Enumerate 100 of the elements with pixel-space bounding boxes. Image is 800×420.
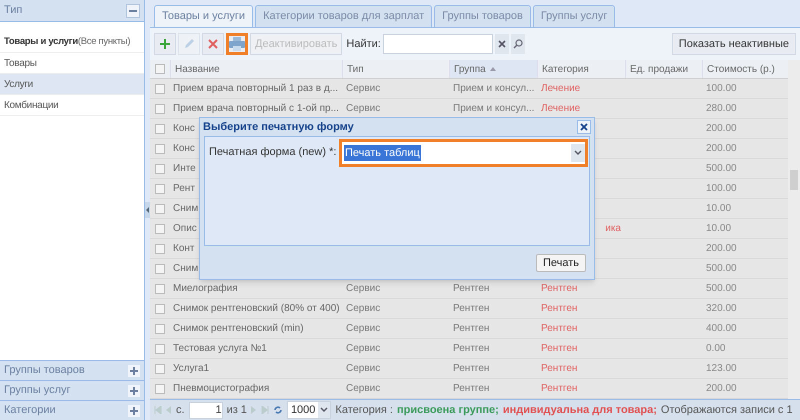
table-cell-text: 400.00 [706, 322, 737, 336]
table-cell-text: Услуга1 [173, 362, 210, 376]
table-cell-text: Пневмоцистография [173, 382, 270, 396]
page-count: из 1 [226, 402, 247, 418]
refresh-icon[interactable] [272, 405, 283, 415]
table-cell-text: Сервис [346, 82, 380, 96]
table-cell-text: Рентген [453, 362, 490, 376]
legend-item: индивидуальна для товара; [502, 402, 657, 418]
tab[interactable]: Группы услуг [532, 5, 616, 27]
accordion-header[interactable]: Группы услуг [0, 380, 144, 400]
row-checkbox[interactable] [155, 244, 165, 254]
page-size-select[interactable]: 1000 [286, 401, 332, 419]
print-button[interactable]: Печать [536, 254, 586, 272]
previous-page-icon[interactable] [166, 406, 172, 414]
row-checkbox[interactable] [155, 184, 165, 194]
clear-button[interactable] [494, 34, 509, 54]
table-cell-text: Рентген [541, 362, 578, 376]
row-checkbox[interactable] [155, 304, 165, 314]
row-checkbox[interactable] [155, 284, 165, 294]
table-cell-text: 123.00 [706, 362, 737, 376]
row-checkbox[interactable] [155, 84, 165, 94]
last-page-icon[interactable] [260, 406, 269, 414]
page-field[interactable]: 1 [188, 402, 223, 418]
status-text: Отображаются записи с 1 [660, 402, 793, 418]
plus-icon [128, 384, 140, 396]
table-cell-text: Лечение [541, 82, 580, 96]
table-cell-text: Инте [173, 162, 196, 176]
table-cell-text: 320.00 [706, 302, 737, 316]
page-label: с. [176, 402, 185, 418]
legend-label: Категория : [335, 402, 393, 418]
table-cell-text: Снимок рентгеновский (min) [173, 322, 304, 336]
sidebar-title: Тип [4, 3, 22, 18]
table-cell-text: Сервис [346, 342, 380, 356]
select-all-checkbox[interactable] [155, 64, 165, 74]
row-checkbox[interactable] [155, 364, 165, 374]
collapse-button[interactable] [126, 4, 140, 18]
table-cell-text: Конс [173, 122, 195, 136]
close-button[interactable] [577, 120, 591, 134]
table-cell-text: Рентген [541, 342, 578, 356]
table-cell-text: Рентген [453, 382, 490, 396]
delete-button[interactable] [202, 33, 224, 55]
pencil-icon [183, 38, 195, 50]
table-cell-text: 10.00 [706, 222, 732, 236]
search-icon [512, 39, 523, 49]
row-checkbox[interactable] [155, 344, 165, 354]
search-button[interactable] [510, 34, 525, 54]
table-cell-text: 200.00 [706, 382, 737, 396]
table-cell-text: Миелография [173, 282, 238, 296]
table-cell-text: Сервис [346, 282, 380, 296]
printer-icon [229, 37, 245, 51]
row-checkbox[interactable] [155, 124, 165, 134]
field-label: Печатная форма (new) *: [209, 145, 338, 160]
row-checkbox[interactable] [155, 224, 165, 234]
plus-icon [128, 364, 140, 376]
table-cell-text: 200.00 [706, 142, 737, 156]
row-checkbox[interactable] [155, 324, 165, 334]
table-cell-text: 280.00 [706, 102, 737, 116]
row-checkbox[interactable] [155, 204, 165, 214]
close-icon [580, 123, 588, 131]
tab[interactable]: Товары и услуги [154, 5, 254, 27]
table-cell-text: Сервис [346, 102, 380, 116]
search-field[interactable] [382, 34, 493, 54]
row-checkbox[interactable] [155, 144, 165, 154]
row-checkbox[interactable] [155, 264, 165, 274]
table-cell-text: 100.00 [706, 82, 737, 96]
table-cell-text: Рентген [453, 322, 490, 336]
legend-item: присвоена группе; [396, 402, 499, 418]
print-form-select[interactable]: Печать таблиц [342, 142, 585, 164]
scrollbar[interactable] [788, 60, 800, 399]
table-cell-text: 500.00 [706, 162, 737, 176]
plus-icon [128, 404, 140, 416]
column-header[interactable]: Название [170, 60, 342, 78]
table-cell-text: 200.00 [706, 122, 737, 136]
table-cell-text: Рентген [541, 282, 578, 296]
dialog-title: Выберите печатную форму [203, 120, 354, 135]
tab[interactable]: Группы товаров [434, 5, 531, 27]
search-label: Найти: [346, 36, 381, 52]
row-checkbox[interactable] [155, 164, 165, 174]
table-cell-text: 200.00 [706, 242, 737, 256]
table-cell-text: Тестовая услуга №1 [173, 342, 267, 356]
table-cell-text: Сервис [346, 362, 380, 376]
accordion-header[interactable]: Категории [0, 400, 144, 420]
table-cell-text: Прием и консул... [453, 102, 534, 116]
table-cell-text: 500.00 [706, 282, 737, 296]
table-cell-text: Прием врача повторный 1 раз в д... [173, 82, 338, 96]
row-checkbox[interactable] [155, 384, 165, 394]
column-header[interactable]: Группа [449, 60, 537, 78]
first-page-icon[interactable] [154, 406, 162, 414]
table-cell-text: 100.00 [706, 182, 737, 196]
sidebar-item[interactable]: Услуги [0, 74, 144, 95]
next-page-icon[interactable] [250, 406, 257, 414]
table-cell-text: Снимок рентгеновский (80% от 400) [173, 302, 340, 316]
table-cell-text: Прием врача повторный с 1-ой пр... [173, 102, 339, 116]
print-button[interactable] [226, 33, 248, 55]
column-header[interactable]: Категория [537, 60, 625, 78]
row-checkbox[interactable] [155, 104, 165, 114]
tab[interactable]: Категории товаров для зарплат [255, 5, 432, 27]
column-header[interactable]: Ед. продажи [625, 60, 702, 78]
accordion-header[interactable]: Группы товаров [0, 360, 144, 380]
add-button[interactable] [154, 33, 176, 55]
